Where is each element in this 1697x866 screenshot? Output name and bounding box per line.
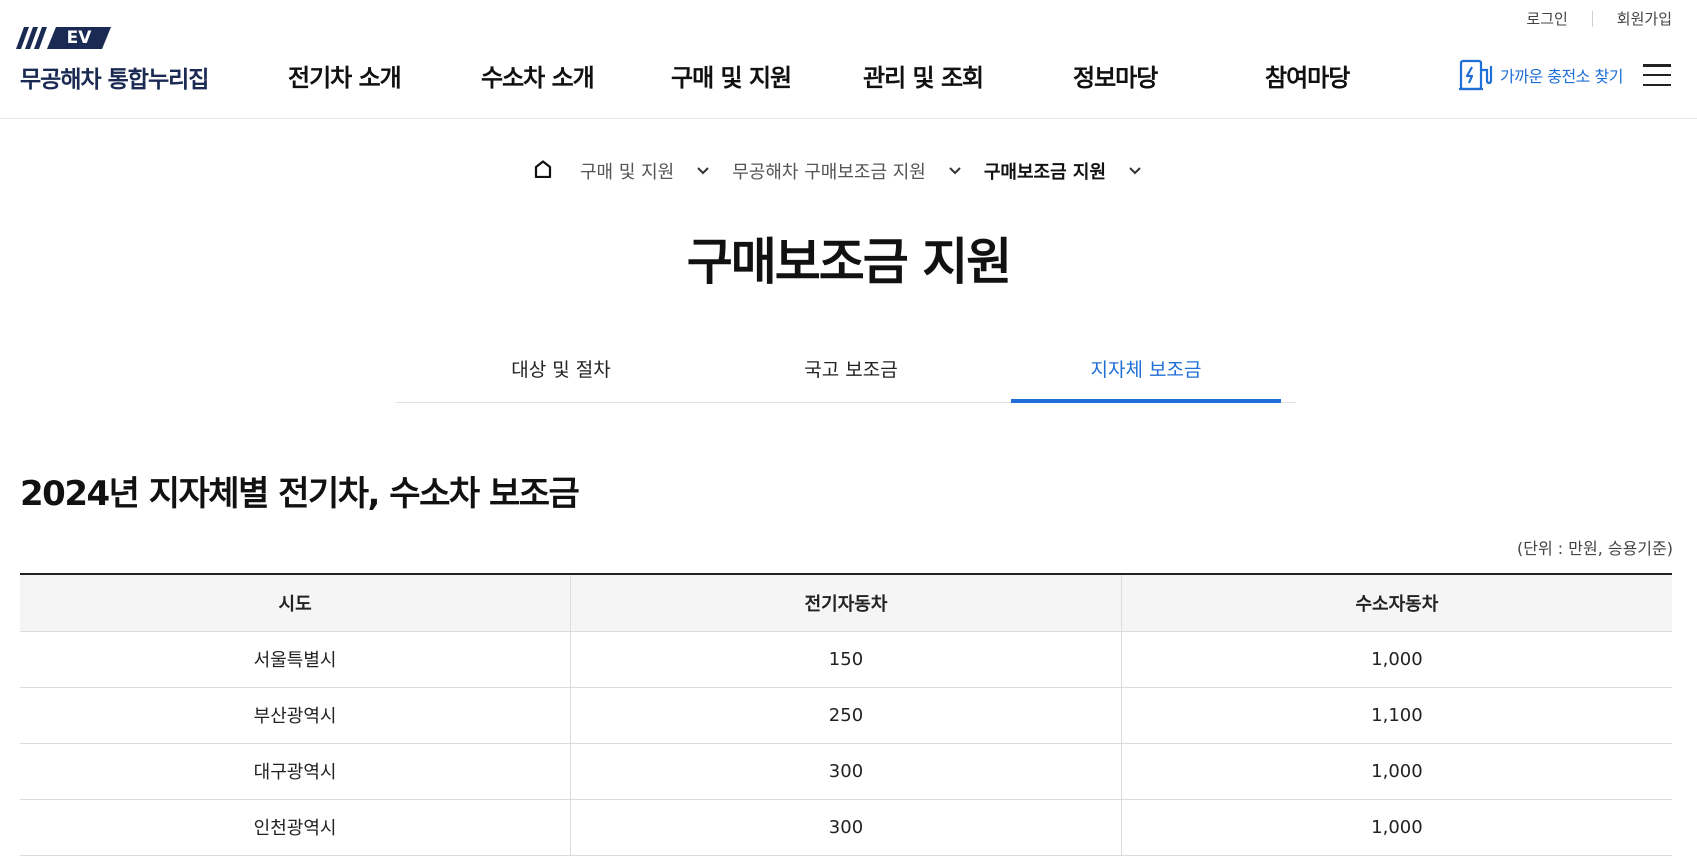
cell-ev-subsidy: 300 — [570, 799, 1122, 856]
site-logo[interactable]: EV 무공해차 통합누리집 — [15, 26, 209, 94]
nav-item-ev-intro[interactable]: 전기차 소개 — [288, 58, 402, 93]
column-header-hydrogen: 수소자동차 — [1121, 574, 1672, 632]
table-row: 인천광역시 300 1,000 — [20, 799, 1672, 856]
page-title: 구매보조금 지원 — [686, 233, 1012, 291]
nav-item-hydrogen-intro[interactable]: 수소차 소개 — [481, 58, 595, 93]
cell-hydrogen-subsidy: 1,000 — [1121, 743, 1672, 800]
table-row: 대구광역시 300 1,000 — [20, 743, 1672, 800]
nav-item-information[interactable]: 정보마당 — [1073, 58, 1158, 93]
logo-mark: EV — [15, 26, 208, 50]
utility-links: 로그인 회원가입 — [1526, 8, 1672, 29]
tab-target-procedure[interactable]: 대상 및 절차 — [426, 350, 696, 403]
logo-slashes — [15, 27, 48, 49]
breadcrumb-label: 무공해차 구매보조금 지원 — [732, 162, 926, 183]
tab-bar: 대상 및 절차 국고 보조금 지자체 보조금 — [396, 350, 1296, 403]
table-row: 서울특별시 150 1,000 — [20, 631, 1672, 688]
breadcrumb-label: 구매보조금 지원 — [983, 162, 1107, 183]
subsidy-table: 시도 전기자동차 수소자동차 서울특별시 150 1,000 부산광역시 250… — [20, 573, 1672, 856]
cell-ev-subsidy: 300 — [570, 743, 1122, 800]
breadcrumb-item-purchase-support[interactable]: 구매 및 지원 — [580, 158, 732, 184]
home-icon[interactable] — [534, 159, 552, 183]
login-link[interactable]: 로그인 — [1526, 8, 1567, 29]
cell-ev-subsidy: 250 — [570, 687, 1122, 744]
logo-badge: EV — [47, 27, 111, 49]
tab-local-subsidy[interactable]: 지자체 보조금 — [1011, 350, 1281, 403]
nav-item-management[interactable]: 관리 및 조회 — [863, 58, 984, 93]
nav-item-participation[interactable]: 참여마당 — [1265, 58, 1350, 93]
tab-national-subsidy[interactable]: 국고 보조금 — [716, 350, 986, 403]
cell-region: 서울특별시 — [20, 631, 572, 688]
cell-ev-subsidy: 150 — [570, 631, 1122, 688]
chevron-down-icon — [1129, 167, 1141, 175]
table-header-row: 시도 전기자동차 수소자동차 — [20, 574, 1672, 632]
breadcrumb: 구매 및 지원 무공해차 구매보조금 지원 구매보조금 지원 — [534, 158, 1164, 184]
charge-finder-label: 가까운 충전소 찾기 — [1500, 67, 1623, 86]
cell-region: 인천광역시 — [20, 799, 572, 856]
breadcrumb-label: 구매 및 지원 — [580, 162, 675, 183]
cell-hydrogen-subsidy: 1,000 — [1121, 799, 1672, 856]
chevron-down-icon — [697, 167, 709, 175]
unit-note: (단위 : 만원, 승용기준) — [1517, 539, 1673, 558]
logo-text: 무공해차 통합누리집 — [20, 67, 209, 93]
breadcrumb-item-subsidy-support[interactable]: 무공해차 구매보조금 지원 — [732, 158, 984, 184]
column-header-region: 시도 — [20, 574, 572, 632]
breadcrumb-item-current[interactable]: 구매보조금 지원 — [984, 158, 1164, 184]
site-header: 로그인 회원가입 EV 무공해차 통합누리집 전기차 소개 수소차 소개 구매 … — [0, 0, 1697, 119]
signup-link[interactable]: 회원가입 — [1617, 8, 1672, 29]
table-row: 부산광역시 250 1,100 — [20, 687, 1672, 744]
nav-item-purchase-support[interactable]: 구매 및 지원 — [671, 58, 792, 93]
cell-region: 부산광역시 — [20, 687, 572, 744]
cell-hydrogen-subsidy: 1,100 — [1121, 687, 1672, 744]
charging-station-icon — [1459, 59, 1493, 91]
chevron-down-icon — [949, 167, 961, 175]
cell-region: 대구광역시 — [20, 743, 572, 800]
divider — [1591, 10, 1593, 27]
section-title: 2024년 지자체별 전기차, 수소차 보조금 — [20, 474, 580, 514]
column-header-ev: 전기자동차 — [570, 574, 1122, 632]
menu-icon[interactable] — [1643, 64, 1671, 86]
charge-finder-button[interactable]: 가까운 충전소 찾기 — [1458, 58, 1623, 92]
cell-hydrogen-subsidy: 1,000 — [1121, 631, 1672, 688]
